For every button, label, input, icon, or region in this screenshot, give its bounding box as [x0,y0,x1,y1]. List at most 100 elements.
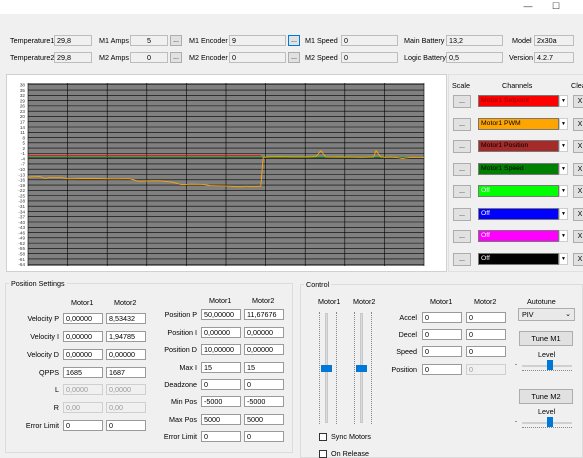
motor2-input[interactable]: 8,53432 [106,313,146,324]
channel-select[interactable]: Off [478,230,559,242]
m2-amps-dots-button[interactable]: ... [170,52,182,63]
scale-button[interactable]: ... [453,162,471,176]
channel-select[interactable]: Off [478,252,559,265]
motor2-input[interactable]: 0 [106,420,146,431]
motor1-input[interactable]: 0,00000 [63,313,103,324]
y-tick-label: 29 [20,98,26,103]
motor2-input[interactable]: 0,00000 [106,349,146,360]
channel-dropdown-arrow[interactable]: ▼ [559,95,568,107]
motor2-slider-thumb[interactable] [356,365,367,372]
row-label: Velocity I [30,332,59,341]
channel-dropdown-arrow[interactable]: ▼ [559,252,568,265]
sync-motors-checkbox[interactable] [319,433,327,441]
motor1-input[interactable]: 5000 [201,414,241,425]
motor1-input[interactable]: 0,0000 [63,384,103,395]
channel-dropdown-arrow[interactable]: ▼ [559,162,568,175]
control-title: Control [304,280,332,289]
motor2-input[interactable]: 5000 [244,414,284,425]
channel-select[interactable]: Motor1 PWM [478,117,559,130]
motor2-input[interactable]: 0 [244,379,284,390]
motor1-input[interactable]: 0 [63,420,103,431]
y-tick-label: 38 [20,83,26,88]
clear-button[interactable]: X [573,140,583,153]
motor2-input[interactable]: 0 [466,346,506,357]
clear-button[interactable]: X [573,230,583,243]
tune-m1-button[interactable]: Tune M1 [519,331,573,346]
motor1-input[interactable]: 0 [201,379,241,390]
m1-encoder-dots-button[interactable]: ... [288,35,300,46]
scale-button[interactable]: ... [453,230,471,243]
motor2-input[interactable]: 1687 [106,367,146,378]
motor1-input[interactable]: 0,00000 [63,349,103,360]
scale-button[interactable]: ... [453,95,471,108]
motor2-input[interactable]: 0,00000 [244,327,284,338]
motor1-input[interactable]: 0 [422,329,462,340]
motor1-input[interactable]: 1685 [63,367,103,378]
level2-slider-thumb[interactable] [546,417,553,427]
scale-button[interactable]: ... [453,117,471,131]
y-tick-label: 14 [20,125,26,130]
motor1-input[interactable]: -5000 [201,396,241,407]
motor2-input[interactable]: 0 [466,312,506,323]
clear-button[interactable]: X [573,207,583,221]
level1-slider-thumb[interactable] [546,360,553,370]
clear-button[interactable]: X [573,117,583,131]
maximize-button[interactable]: ☐ [544,0,568,14]
y-tick-label: -52 [18,241,25,246]
autotune-select[interactable]: PIV ⌄ [518,308,575,321]
channel-dropdown-arrow[interactable]: ▼ [559,207,568,220]
motor1-input[interactable]: 15 [201,362,241,373]
scale-button[interactable]: ... [453,252,471,266]
motor1-input[interactable]: 0 [201,431,241,442]
channel-dropdown-arrow[interactable]: ▼ [559,140,568,152]
row-label: QPPS [39,368,59,377]
channel-dropdown-arrow[interactable]: ▼ [559,230,568,242]
y-tick-label: 32 [20,93,26,98]
m1-amps-dots-button[interactable]: ... [170,35,182,46]
motor1-input[interactable]: 0,00000 [201,327,241,338]
main-battery-field: 13,2 [446,35,503,46]
motor1-slider-thumb[interactable] [321,365,332,372]
motor1-input[interactable]: 10,00000 [201,344,241,355]
motor2-input[interactable]: 0 [466,329,506,340]
motor1-input[interactable]: 0 [422,346,462,357]
motor1-input[interactable]: 0,00000 [63,331,103,342]
temperature2-label: Temperature2 [10,53,55,62]
motor2-input[interactable]: 11,67676 [244,309,284,320]
m2-encoder-dots-button[interactable]: ... [288,52,300,63]
channel-select[interactable]: Off [478,207,559,220]
channel-select[interactable]: Motor1 Setpoint [478,95,559,107]
scale-button[interactable]: ... [453,185,471,198]
channel-dropdown-arrow[interactable]: ▼ [559,117,568,130]
motor2-input[interactable]: 0,00 [106,402,146,413]
channel-select[interactable]: Motor1 Speed [478,162,559,175]
channel-dropdown-arrow[interactable]: ▼ [559,185,568,197]
scale-button[interactable]: ... [453,140,471,153]
motor1-input[interactable]: 50,00000 [201,309,241,320]
clear-button[interactable]: X [573,162,583,176]
motor2-input[interactable]: 0,0000 [106,384,146,395]
level1-min-tick: - [515,362,517,368]
y-tick-label: -34 [18,209,25,214]
motor1-input[interactable]: 0 [422,312,462,323]
clear-button[interactable]: X [573,95,583,108]
motor2-input[interactable]: 0,00000 [244,344,284,355]
row-label: Error Limit [163,432,197,441]
on-release-checkbox[interactable] [319,450,327,458]
channel-select[interactable]: Motor1 Position [478,140,559,152]
motor2-input[interactable]: -5000 [244,396,284,407]
minimize-button[interactable]: — [516,0,540,14]
scale-button[interactable]: ... [453,207,471,221]
motor1-slider-ticks-right [336,312,338,424]
motor2-input[interactable]: 0 [466,364,506,375]
motor2-input[interactable]: 0 [244,431,284,442]
motor2-input[interactable]: 15 [244,362,284,373]
channel-select[interactable]: Off [478,185,559,197]
tune-m2-button[interactable]: Tune M2 [519,389,573,404]
clear-button[interactable]: X [573,185,583,198]
clear-button[interactable]: X [573,252,583,266]
y-tick-label: 11 [20,130,25,135]
motor2-input[interactable]: 1,94785 [106,331,146,342]
motor1-input[interactable]: 0,00 [63,402,103,413]
motor1-input[interactable]: 0 [422,364,462,375]
